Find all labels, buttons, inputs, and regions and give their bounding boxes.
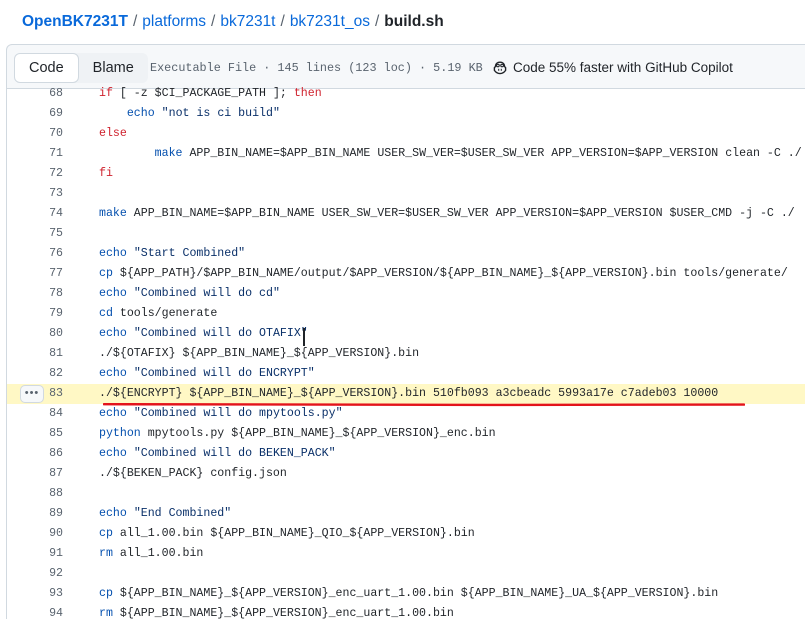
code-line: 74 make APP_BIN_NAME=$APP_BIN_NAME USER_S… (7, 204, 805, 224)
line-content: make APP_BIN_NAME=$APP_BIN_NAME USER_SW_… (154, 147, 802, 160)
line-number[interactable]: 77 (7, 264, 63, 284)
code-line: 93 cp ${APP_BIN_NAME}_${APP_VERSION}_enc_… (7, 584, 805, 604)
line-content: fi (99, 167, 113, 180)
code-line: 79 cd tools/generate (7, 304, 805, 324)
breadcrumb: OpenBK7231T / platforms / bk7231t / bk7231t_os… (22, 11, 444, 33)
code-line: 77 cp ${APP_PATH}/$APP_BIN_NAME/output/$A… (7, 264, 805, 284)
code-line: 68 if [ -z $CI_PACKAGE_PATH ]; then (7, 84, 805, 104)
code-line: 92 (7, 564, 805, 584)
line-content: ./${ENCRYPT} ${APP_BIN_NAME}_${APP_VERSI… (99, 387, 719, 400)
line-number[interactable]: 72 (7, 164, 63, 184)
line-number[interactable]: 87 (7, 464, 63, 484)
code-line: 88 (7, 484, 805, 504)
copilot-icon (493, 61, 507, 75)
red-annotation-underline (103, 403, 745, 407)
line-number[interactable]: 80 (7, 324, 63, 344)
line-content: cd tools/generate (99, 307, 218, 320)
blame-tab-button[interactable]: Blame (79, 53, 148, 83)
line-content: echo "not is ci build" (126, 107, 280, 120)
breadcrumb-bk7231t-link[interactable]: bk7231t (220, 13, 275, 30)
line-number[interactable]: 92 (7, 564, 63, 584)
breadcrumb-platforms-link[interactable]: platforms (142, 13, 206, 30)
breadcrumb-separator: / (211, 13, 216, 30)
code-line: 76 echo "Start Combined" (7, 244, 805, 264)
copilot-promo-link[interactable]: Code 55% faster with GitHub Copilot (492, 53, 733, 83)
line-number[interactable]: 79 (7, 304, 63, 324)
line-options-button[interactable]: ••• (20, 385, 44, 403)
line-content: echo "Combined will do mpytools.py" (99, 407, 343, 420)
code-viewer[interactable]: 68 if [ -z $CI_PACKAGE_PATH ]; then 69 ech… (6, 87, 805, 619)
line-number[interactable]: 89 (7, 504, 63, 524)
line-content: echo "Start Combined" (99, 247, 246, 260)
file-toolbar: Code Blame Executable File · 145 lines (… (6, 44, 805, 88)
line-number[interactable]: 70 (7, 124, 63, 144)
breadcrumb-repo-link[interactable]: OpenBK7231T (22, 13, 128, 30)
code-line: 85 python mpytools.py ${APP_BIN_NAME}_${A… (7, 424, 805, 444)
line-content: cp all_1.00.bin ${APP_BIN_NAME}_QIO_${AP… (99, 527, 475, 540)
line-number[interactable]: 88 (7, 484, 63, 504)
line-content: echo "Combined will do cd" (99, 287, 280, 300)
line-number[interactable]: 73 (7, 184, 63, 204)
code-line: 94 rm ${APP_BIN_NAME}_${APP_VERSION}_enc_… (7, 604, 805, 619)
code-line: 69 echo "not is ci build" (7, 104, 805, 124)
line-number[interactable]: 81 (7, 344, 63, 364)
text-cursor (303, 328, 305, 346)
code-line: 80 echo "Combined will do OTAFIX" (7, 324, 805, 344)
line-content: echo "Combined will do ENCRYPT" (99, 367, 315, 380)
line-number[interactable]: 91 (7, 544, 63, 564)
breadcrumb-separator: / (132, 13, 138, 30)
code-line: 70 else (7, 124, 805, 144)
code-line: 72 fi (7, 164, 805, 184)
line-content: rm all_1.00.bin (99, 547, 204, 560)
code-line: 86 echo "Combined will do BEKEN_PACK" (7, 444, 805, 464)
line-number[interactable]: 76 (7, 244, 63, 264)
code-line: 90 cp all_1.00.bin ${APP_BIN_NAME}_QIO_${… (7, 524, 805, 544)
code-line: 78 echo "Combined will do cd" (7, 284, 805, 304)
code-line: 84 echo "Combined will do mpytools.py" (7, 404, 805, 424)
breadcrumb-separator: / (374, 13, 380, 30)
code-line: 83 ./${ENCRYPT} ${APP_BIN_NAME}_${APP_VER… (7, 384, 805, 404)
code-line: 91 rm all_1.00.bin (7, 544, 805, 564)
line-content: rm ${APP_BIN_NAME}_${APP_VERSION}_enc_ua… (99, 607, 454, 619)
line-content: else (99, 127, 127, 140)
line-number[interactable]: 69 (7, 104, 63, 124)
code-line: 75 (7, 224, 805, 244)
code-tab-button[interactable]: Code (14, 53, 79, 83)
code-line: 89 echo "End Combined" (7, 504, 805, 524)
code-line: 73 (7, 184, 805, 204)
breadcrumb-file-name: build.sh (384, 13, 444, 30)
line-number[interactable]: 78 (7, 284, 63, 304)
line-number[interactable]: 74 (7, 204, 63, 224)
line-number[interactable]: 75 (7, 224, 63, 244)
code-line: 81 ./${OTAFIX} ${APP_BIN_NAME}_${APP_VERS… (7, 344, 805, 364)
code-line: 87 ./${BEKEN_PACK} config.json (7, 464, 805, 484)
line-content: cp ${APP_BIN_NAME}_${APP_VERSION}_enc_ua… (99, 587, 719, 600)
code-line: 82 echo "Combined will do ENCRYPT" (7, 364, 805, 384)
copilot-promo-label: Code 55% faster with GitHub Copilot (513, 60, 733, 75)
breadcrumb-separator: / (280, 13, 285, 30)
line-content: ./${OTAFIX} ${APP_BIN_NAME}_${APP_VERSIO… (99, 347, 420, 360)
line-content: python mpytools.py ${APP_BIN_NAME}_${APP… (99, 427, 496, 440)
line-number[interactable]: 68 (7, 84, 63, 104)
line-content: ./${BEKEN_PACK} config.json (99, 467, 287, 480)
line-number[interactable]: 94 (7, 604, 63, 619)
line-number[interactable]: 82 (7, 364, 63, 384)
view-mode-toggle: Code Blame (14, 53, 148, 83)
line-content: echo "Combined will do OTAFIX" (99, 327, 308, 340)
line-content: cp ${APP_PATH}/$APP_BIN_NAME/output/$APP… (99, 267, 788, 280)
line-number[interactable]: 71 (7, 144, 63, 164)
line-content: echo "Combined will do BEKEN_PACK" (99, 447, 336, 460)
line-number[interactable]: 93 (7, 584, 63, 604)
file-view: OpenBK7231T / platforms / bk7231t / bk7231t_os… (0, 0, 805, 619)
line-number[interactable]: 86 (7, 444, 63, 464)
line-number[interactable]: 84 (7, 404, 63, 424)
file-info: Executable File · 145 lines (123 loc) · … (150, 61, 483, 75)
code-line: 71 make APP_BIN_NAME=$APP_BIN_NAME USER_… (7, 144, 805, 164)
line-content: make APP_BIN_NAME=$APP_BIN_NAME USER_SW_… (99, 207, 795, 220)
line-content: echo "End Combined" (99, 507, 232, 520)
breadcrumb-bk7231t-os-link[interactable]: bk7231t_os (290, 13, 370, 30)
line-number[interactable]: 85 (7, 424, 63, 444)
line-content: if [ -z $CI_PACKAGE_PATH ]; then (99, 87, 322, 100)
line-number[interactable]: 90 (7, 524, 63, 544)
